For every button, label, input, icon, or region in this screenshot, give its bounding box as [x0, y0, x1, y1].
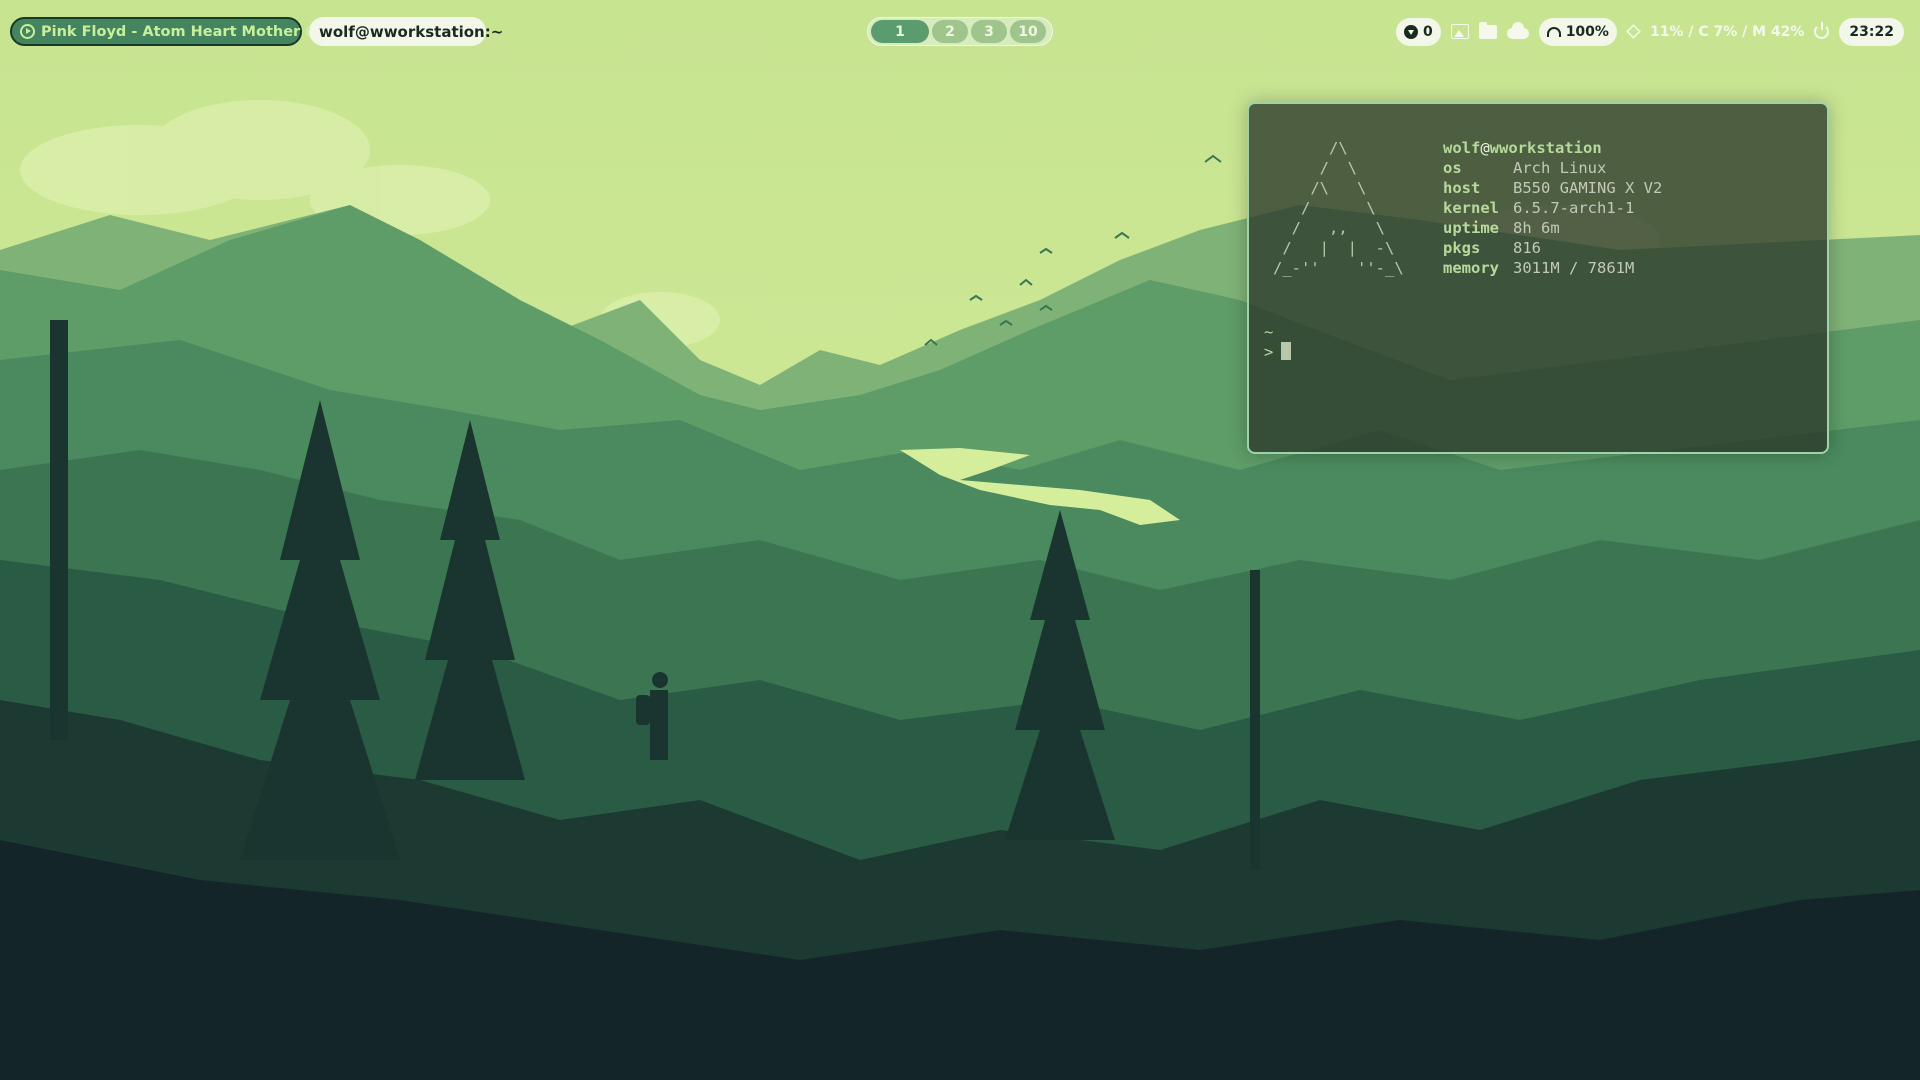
fetch-key: uptime [1443, 219, 1499, 237]
username: wolf [1443, 139, 1481, 157]
folder-icon[interactable] [1478, 21, 1497, 39]
shell-prompt-area[interactable]: ~ > [1264, 322, 1292, 362]
fetch-row-uptime: uptime 8h 6m [1443, 218, 1662, 238]
fetch-info: wolf@wworkstation os Arch Linux host B550 … [1443, 138, 1662, 278]
user-host-line: wolf@wworkstation [1443, 138, 1662, 158]
downloads-indicator[interactable]: 0 [1395, 17, 1441, 46]
fetch-value: 6.5.7-arch1-1 [1513, 199, 1635, 217]
workspace-3[interactable]: 3 [971, 20, 1007, 43]
fetch-value: 8h 6m [1513, 219, 1560, 237]
status-area: 0 100% 11% / C 7% / M 42% 23:22 [1395, 17, 1904, 46]
resource-usage: 11% / C 7% / M 42% [1649, 23, 1805, 40]
active-window-title: wolf@wworkstation:~ [309, 17, 503, 46]
volume-indicator[interactable]: 100% [1538, 17, 1617, 46]
downloads-count: 0 [1422, 23, 1433, 40]
workspace-switcher: 1 2 3 10 [867, 17, 1053, 46]
package-icon [1626, 24, 1641, 39]
download-icon [1403, 24, 1418, 39]
fetch-row-memory: memory 3011M / 7861M [1443, 258, 1662, 278]
image-icon[interactable] [1450, 24, 1469, 39]
fetch-row-os: os Arch Linux [1443, 158, 1662, 178]
at-sign: @ [1480, 139, 1490, 157]
prompt-line[interactable]: > [1264, 342, 1292, 362]
fetch-value: 816 [1513, 239, 1541, 257]
fetch-value: Arch Linux [1513, 159, 1607, 177]
fetch-row-host: host B550 GAMING X V2 [1443, 178, 1662, 198]
prompt-symbol: > [1264, 343, 1274, 361]
media-player-widget[interactable]: Pink Floyd - Atom Heart Mother [10, 17, 322, 46]
workspace-2[interactable]: 2 [932, 20, 968, 43]
workspace-10[interactable]: 10 [1010, 20, 1046, 43]
now-playing-title: Pink Floyd - Atom Heart Mother [41, 23, 301, 40]
fetch-value: 3011M / 7861M [1513, 259, 1635, 277]
current-directory: ~ [1264, 323, 1274, 341]
clock[interactable]: 23:22 [1839, 17, 1904, 46]
power-icon[interactable] [1814, 22, 1830, 39]
terminal-window[interactable]: /\ / \ /\ \ / \ / ,, \ / | | -\ /_-'' ''… [1247, 102, 1829, 454]
fetch-row-kernel: kernel 6.5.7-arch1-1 [1443, 198, 1662, 218]
fetch-key: host [1443, 179, 1481, 197]
fetch-row-pkgs: pkgs 816 [1443, 238, 1662, 258]
arch-logo-ascii: /\ / \ /\ \ / \ / ,, \ / | | -\ /_-'' ''… [1273, 139, 1404, 277]
play-circle-icon[interactable] [20, 24, 35, 39]
fetch-key: pkgs [1443, 239, 1481, 257]
fetch-value: B550 GAMING X V2 [1513, 179, 1663, 197]
cloud-icon[interactable] [1506, 22, 1529, 39]
headphones-icon [1546, 26, 1561, 37]
fetch-key: os [1443, 159, 1462, 177]
text-cursor [1281, 342, 1292, 360]
hostname: wworkstation [1489, 139, 1602, 157]
workspace-1[interactable]: 1 [871, 20, 929, 43]
fetch-key: kernel [1443, 199, 1499, 217]
volume-level: 100% [1565, 23, 1609, 40]
fetch-key: memory [1443, 259, 1499, 277]
